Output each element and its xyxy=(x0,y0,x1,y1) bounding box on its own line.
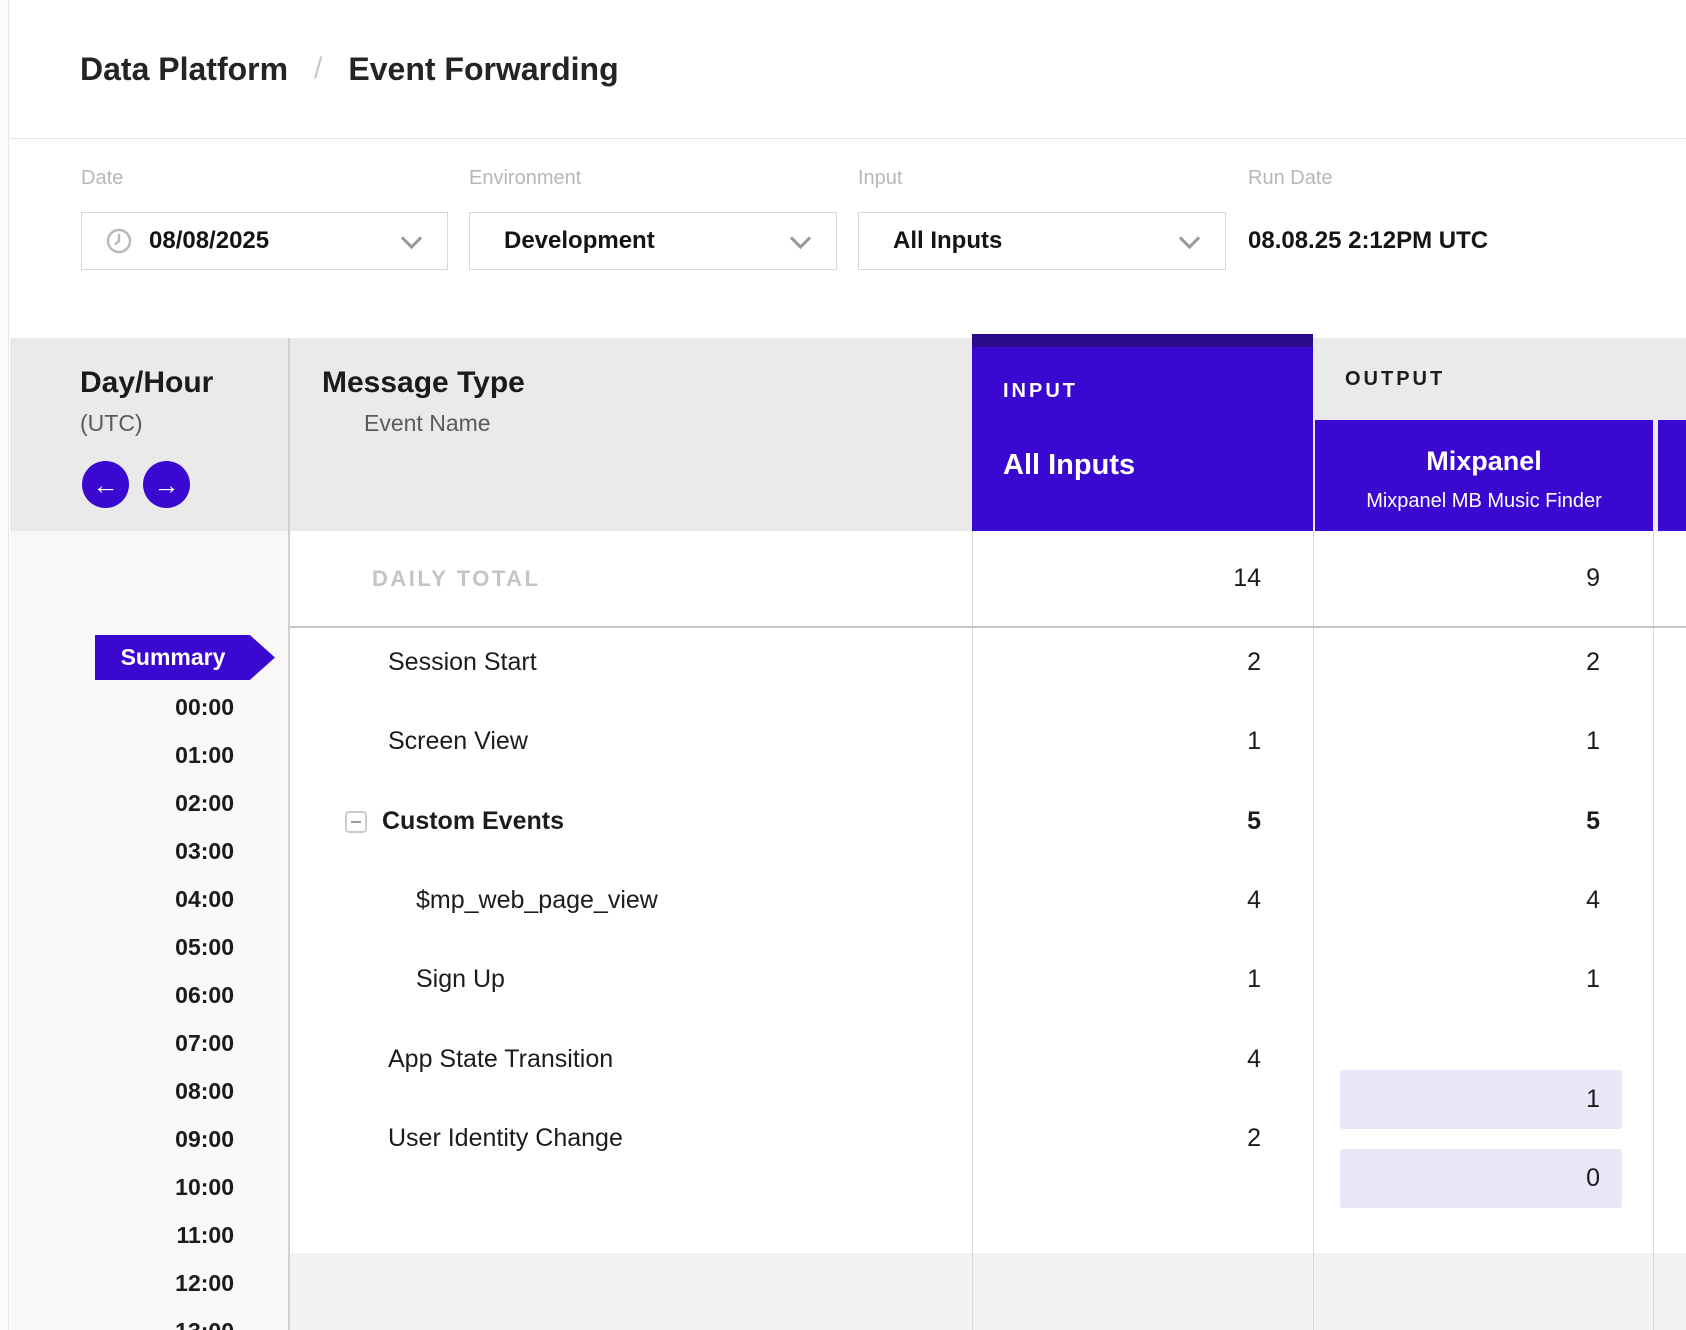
message-type-subtitle: Event Name xyxy=(364,410,491,437)
page-title: Event Forwarding xyxy=(348,51,618,88)
output-column-subtitle: Mixpanel MB Music Finder xyxy=(1315,490,1653,513)
event-name: User Identity Change xyxy=(288,1124,972,1153)
input-column-header[interactable]: INPUT All Inputs xyxy=(972,334,1313,531)
output-count: 1 xyxy=(1313,965,1653,994)
arrow-right-icon: → xyxy=(154,472,180,498)
date-value: 08/08/2025 xyxy=(149,227,269,255)
input-value: All Inputs xyxy=(893,227,1002,255)
chevron-down-icon xyxy=(401,227,422,248)
input-group-header: INPUT xyxy=(1003,380,1078,403)
event-row-sign-up: Sign Up 1 1 xyxy=(288,940,1686,1019)
event-row-session-start: Session Start 2 2 xyxy=(288,623,1686,702)
environment-value: Development xyxy=(504,227,655,255)
event-row-user-identity-change: User Identity Change 2 0 xyxy=(288,1099,1686,1178)
breadcrumb-separator: / xyxy=(314,52,322,86)
event-name: Screen View xyxy=(288,727,972,756)
top-bar: Data Platform / Event Forwarding xyxy=(10,0,1686,139)
day-hour-subtitle: (UTC) xyxy=(80,410,143,437)
clock-icon xyxy=(106,228,132,254)
output-column-name: Mixpanel xyxy=(1315,446,1653,477)
environment-label: Environment xyxy=(469,167,581,190)
event-name: Session Start xyxy=(288,648,972,677)
environment-dropdown[interactable]: Development xyxy=(469,212,837,270)
input-count: 2 xyxy=(972,648,1313,677)
breadcrumb-section[interactable]: Data Platform xyxy=(80,51,288,88)
output-group-header: OUTPUT xyxy=(1345,368,1445,391)
daily-total-output-value: 9 xyxy=(1313,564,1653,593)
chevron-down-icon xyxy=(790,227,811,248)
event-name: App State Transition xyxy=(288,1045,972,1074)
filter-bar: Date Environment Input Run Date 08/08/20… xyxy=(10,139,1686,338)
output-column-header[interactable]: Mixpanel Mixpanel MB Music Finder xyxy=(1315,420,1653,531)
date-dropdown[interactable]: 08/08/2025 xyxy=(81,212,448,270)
output-count: 4 xyxy=(1313,886,1653,915)
event-row-screen-view: Screen View 1 1 xyxy=(288,702,1686,781)
breadcrumb: Data Platform / Event Forwarding xyxy=(80,51,619,88)
input-dropdown[interactable]: All Inputs xyxy=(858,212,1226,270)
input-count: 1 xyxy=(972,965,1313,994)
daily-total-input-value: 14 xyxy=(972,564,1313,593)
summary-tab[interactable]: Summary xyxy=(95,635,275,680)
left-gutter xyxy=(0,0,9,1330)
event-row-custom-events: Custom Events 5 5 xyxy=(288,782,1686,861)
event-name: Custom Events xyxy=(382,807,564,836)
grid-footer-area xyxy=(290,1253,1686,1330)
chevron-down-icon xyxy=(1179,227,1200,248)
input-label: Input xyxy=(858,167,902,190)
daily-total-label: DAILY TOTAL xyxy=(288,566,972,592)
input-count: 1 xyxy=(972,727,1313,756)
arrow-left-icon: ← xyxy=(93,472,119,498)
output-count: 2 xyxy=(1313,648,1653,677)
input-count: 4 xyxy=(972,1045,1313,1074)
event-row-mp-web-page-view: $mp_web_page_view 4 4 xyxy=(288,861,1686,940)
daily-total-row: DAILY TOTAL 14 9 xyxy=(288,531,1686,626)
output-count: 1 xyxy=(1313,727,1653,756)
event-forwarding-page: Data Platform / Event Forwarding Date En… xyxy=(0,0,1686,1330)
date-label: Date xyxy=(81,167,123,190)
input-count: 2 xyxy=(972,1124,1313,1153)
input-column-name: All Inputs xyxy=(1003,449,1135,482)
input-count: 5 xyxy=(972,807,1313,836)
event-name: Sign Up xyxy=(288,965,972,994)
input-count: 4 xyxy=(972,886,1313,915)
event-row-app-state-transition: App State Transition 4 1 xyxy=(288,1020,1686,1099)
day-hour-title: Day/Hour xyxy=(80,366,213,400)
next-day-button[interactable]: → xyxy=(143,461,190,508)
collapse-minus-icon[interactable] xyxy=(345,811,367,833)
output-count: 5 xyxy=(1313,807,1653,836)
next-output-column-edge xyxy=(1658,420,1686,531)
dropped-output-cell[interactable]: 0 xyxy=(1340,1149,1622,1208)
run-date-label: Run Date xyxy=(1248,167,1333,190)
message-type-title: Message Type xyxy=(322,366,525,400)
event-name: $mp_web_page_view xyxy=(288,886,972,915)
previous-day-button[interactable]: ← xyxy=(82,461,129,508)
run-date-value: 08.08.25 2:12PM UTC xyxy=(1248,212,1488,270)
